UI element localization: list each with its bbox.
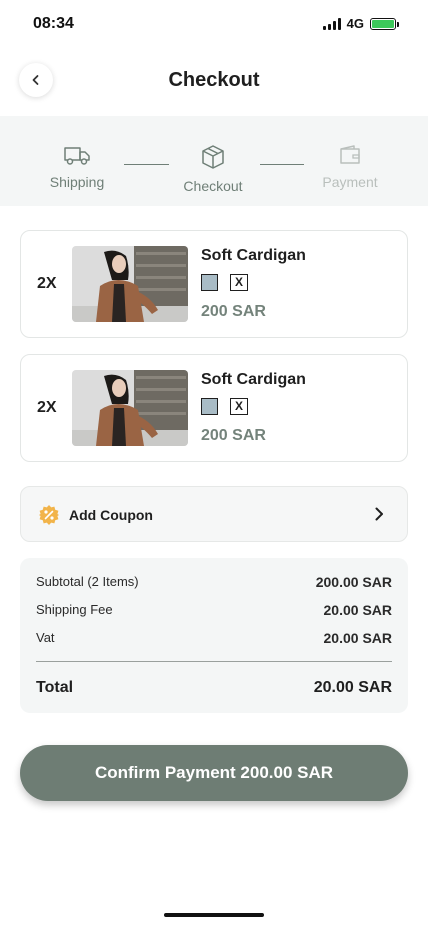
confirm-payment-button[interactable]: Confirm Payment 200.00 SAR bbox=[20, 745, 408, 801]
product-image bbox=[72, 246, 188, 322]
checkout-stepper: Shipping Checkout Payment bbox=[0, 116, 428, 206]
total-value: 20.00 SAR bbox=[313, 679, 392, 696]
total-label: Total bbox=[36, 679, 74, 696]
color-swatch[interactable] bbox=[201, 274, 218, 291]
box-icon bbox=[202, 145, 224, 169]
subtotal-row: Subtotal (2 Items) 200.00 SAR bbox=[36, 574, 392, 590]
size-option[interactable]: X bbox=[230, 398, 248, 415]
add-coupon-button[interactable]: Add Coupon bbox=[20, 486, 408, 542]
coupon-percent-icon bbox=[39, 505, 59, 525]
step-shipping: Shipping bbox=[32, 144, 122, 190]
status-time: 08:34 bbox=[33, 15, 74, 32]
truck-icon bbox=[64, 147, 90, 165]
summary-divider bbox=[36, 661, 392, 662]
size-option[interactable]: X bbox=[230, 274, 248, 291]
wallet-icon bbox=[340, 145, 360, 164]
step-checkout: Checkout bbox=[168, 144, 258, 194]
step-label-checkout: Checkout bbox=[183, 178, 243, 194]
battery-icon bbox=[370, 17, 399, 30]
shipping-fee-label: Shipping Fee bbox=[36, 602, 113, 617]
shipping-fee-value: 20.00 SAR bbox=[323, 602, 392, 618]
order-summary: Subtotal (2 Items) 200.00 SAR Shipping F… bbox=[20, 558, 408, 713]
subtotal-value: 200.00 SAR bbox=[315, 574, 392, 590]
vat-label: Vat bbox=[36, 630, 55, 645]
page-title: Checkout bbox=[168, 69, 260, 91]
product-name: Soft Cardigan bbox=[201, 371, 306, 388]
header: Checkout bbox=[0, 48, 428, 116]
product-name: Soft Cardigan bbox=[201, 247, 306, 264]
color-swatch[interactable] bbox=[201, 398, 218, 415]
status-indicators: 4G bbox=[322, 16, 399, 31]
status-bar: 08:34 4G bbox=[0, 0, 428, 48]
product-price: 200 SAR bbox=[201, 303, 266, 320]
step-connector bbox=[124, 164, 169, 165]
product-image bbox=[72, 370, 188, 446]
home-indicator bbox=[164, 913, 264, 917]
signal-icon bbox=[322, 17, 341, 30]
vat-row: Vat 20.00 SAR bbox=[36, 630, 392, 646]
step-connector bbox=[260, 164, 304, 165]
total-row: Total 20.00 SAR bbox=[36, 679, 392, 697]
step-payment: Payment bbox=[305, 144, 395, 190]
chevron-right-icon bbox=[375, 507, 383, 521]
item-quantity: 2X bbox=[37, 399, 57, 416]
network-type: 4G bbox=[346, 16, 364, 31]
cart-item[interactable]: 2X Soft Cardigan X 200 SAR bbox=[20, 230, 408, 338]
shipping-fee-row: Shipping Fee 20.00 SAR bbox=[36, 602, 392, 618]
cart-item[interactable]: 2X Soft Cardigan X 200 SAR bbox=[20, 354, 408, 462]
item-quantity: 2X bbox=[37, 275, 57, 292]
subtotal-label: Subtotal (2 Items) bbox=[36, 574, 139, 589]
step-label-shipping: Shipping bbox=[49, 174, 105, 190]
step-label-payment: Payment bbox=[322, 174, 378, 190]
vat-value: 20.00 SAR bbox=[323, 630, 392, 646]
coupon-label: Add Coupon bbox=[69, 507, 153, 523]
product-price: 200 SAR bbox=[201, 427, 266, 444]
